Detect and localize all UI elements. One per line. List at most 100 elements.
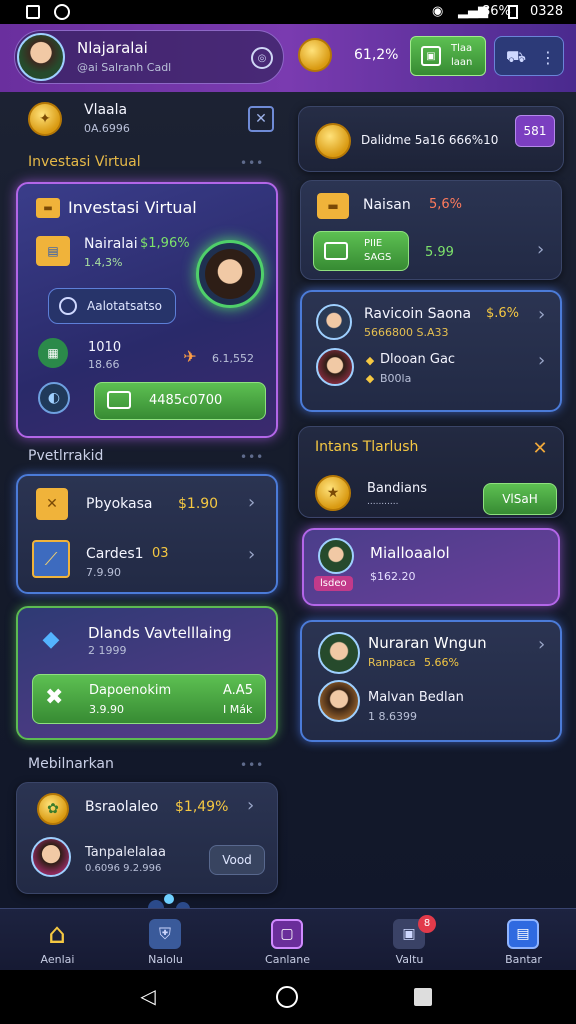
wallet-button[interactable]: ▣ Tlaa laan	[410, 36, 486, 76]
card-a-button[interactable]: PIIE SAGS	[313, 231, 409, 271]
list-item-value: $1.90	[178, 496, 219, 512]
section-title-investasi: Investasi Virtual	[28, 154, 141, 170]
asset-value: $1,96%	[140, 236, 190, 251]
bottom-nav: ⌂ Aenlai ⛨ Nalolu ▢ Canlane ▣ 8 Valtu ▤ …	[0, 908, 576, 970]
home-icon: ⌂	[48, 917, 66, 950]
promo-inner-button[interactable]: ✖ Dapoenokim 3.9.90 A.A5 I Mák	[32, 674, 266, 724]
target-icon[interactable]: ◎	[251, 47, 273, 69]
mid-card-value: $162.20	[370, 570, 416, 583]
envelope-icon: ✕	[36, 488, 68, 520]
card-b: Ravicoin Saona $.6% 5666800 S.A33 › ◆ Dl…	[300, 290, 562, 412]
promo-title: Dlands Vavtelllaing	[88, 624, 232, 642]
stat-value: 18.66	[88, 358, 120, 371]
list-item[interactable]: ✕ Pbyokasa $1.90 ›	[18, 476, 280, 534]
status-bar: ◉ ▂▄▆ 86% 0328	[0, 0, 576, 24]
avatar[interactable]	[31, 837, 71, 877]
nav-label: Aenlai	[40, 953, 75, 966]
back-icon[interactable]: ◁	[136, 984, 160, 1008]
home-circle-icon[interactable]	[276, 986, 298, 1008]
main-content: ✦ Vlaala 0A.6996 ✕ Investasi Virtual •••…	[0, 92, 576, 916]
section-dots-2: •••	[240, 450, 265, 464]
menu-chip[interactable]: ⛟ ⋮	[494, 36, 564, 76]
chart-folder-icon: ▤	[36, 236, 70, 266]
book-icon: ▤	[507, 919, 539, 949]
profile-name: Vlaala	[84, 102, 128, 118]
featured-avatar-frame[interactable]	[196, 240, 264, 308]
card-b-title: Ravicoin Saona	[364, 306, 472, 322]
more-icon[interactable]: ⋮	[539, 45, 557, 69]
wifi-icon: ◉	[432, 4, 444, 19]
card-b-title-2: Dlooan Gac	[380, 352, 456, 367]
mid-card-tag: lsdeo	[314, 576, 353, 591]
avatar[interactable]	[17, 33, 65, 81]
card-c-value: 5.66%	[424, 656, 459, 669]
recents-icon[interactable]	[414, 988, 432, 1006]
person-name: Tanpalelalaa	[85, 845, 166, 860]
notification-badge: 8	[418, 915, 436, 933]
wallet-label-1: Tlaa	[451, 43, 473, 54]
mid-card[interactable]: lsdeo Mialloaalol $162.20	[302, 528, 560, 606]
section-title-3: Mebilnarkan	[28, 756, 114, 772]
nav-item-home[interactable]: ⌂ Aenlai	[0, 909, 115, 971]
chevron-right-icon: ›	[248, 492, 256, 513]
chevron-right-icon: ›	[538, 634, 546, 655]
list-item[interactable]: ◆ Dlooan Gac ◆ B00la ›	[302, 348, 564, 408]
sync-icon	[54, 4, 70, 20]
nav-item-4[interactable]: ▣ 8 Valtu	[352, 909, 467, 971]
nav-label: Canlane	[265, 953, 310, 966]
reward-title: Bandians	[367, 481, 427, 496]
cross-tools-icon: ✖	[45, 685, 64, 710]
chest-icon: ▬	[317, 193, 349, 219]
coins-row[interactable]: Dalidme 5a16 666%10 581	[298, 106, 564, 172]
system-nav: ◁	[0, 970, 576, 1024]
sword-icon: ⟋	[32, 540, 70, 578]
balance-value: 61,2%	[354, 47, 399, 63]
list-item-title: Pbyokasa	[86, 496, 153, 512]
promo-card[interactable]: ◆ Dlands Vavtelllaing 2 1999 ✖ Dapoenoki…	[16, 606, 278, 740]
list-item[interactable]: ✿ Bsraolaleo $1,49% ›	[17, 783, 279, 833]
chevron-right-icon: ›	[538, 304, 546, 325]
list2-value: $1,49%	[175, 799, 229, 815]
doc-icon: ▦	[38, 338, 68, 368]
coins-badge[interactable]: 581	[515, 115, 555, 147]
clock: 0328	[530, 4, 564, 19]
nav-label: Valtu	[395, 953, 424, 966]
invest-card[interactable]: ▬ Investasi Virtual ▤ Nairalai $1,96% 1.…	[16, 182, 278, 438]
list-item[interactable]: Ravicoin Saona $.6% 5666800 S.A33 ›	[302, 292, 564, 348]
car-icon[interactable]: ⛟	[503, 47, 529, 67]
invest-cta-button[interactable]: 4485c0700	[94, 382, 266, 420]
card-c[interactable]: Nuraran Wngun Ranpaca 5.66% › Malvan Bed…	[300, 620, 562, 742]
gem-icon: ◆	[365, 371, 375, 385]
reward-button[interactable]: VlSaH	[483, 483, 557, 515]
rewards-panel: Intans Tlarlush ✕ ★ Bandians ...........…	[298, 426, 564, 518]
nav-item-3[interactable]: ▢ Canlane	[230, 909, 345, 971]
cash-icon	[324, 242, 348, 260]
card-c-sub: 1 8.6399	[368, 710, 417, 723]
card-a[interactable]: ▬ Naisan 5,6% PIIE SAGS 5.99 ›	[300, 180, 562, 280]
asset-name: Nairalai	[84, 236, 138, 252]
avatar	[318, 538, 354, 574]
stat-label: 1010	[88, 340, 122, 355]
nav-item-2[interactable]: ⛨ Nalolu	[108, 909, 223, 971]
avatar	[318, 680, 360, 722]
reward-sub: ...........	[367, 497, 399, 507]
profile-chip[interactable]: Nlajaralai @ai Salranh Cadl ◎	[14, 30, 284, 84]
list-item[interactable]: ⟋ Cardes1 03 7.9.90 ›	[18, 534, 280, 594]
close-box-icon[interactable]: ✕	[248, 106, 274, 132]
rocket-icon: ✈	[183, 346, 197, 366]
left-profile-row[interactable]: ✦ Vlaala 0A.6996 ✕	[14, 94, 284, 142]
promo-inner-title: Dapoenokim	[89, 683, 172, 698]
view-button[interactable]: Vood	[209, 845, 265, 875]
avatar	[316, 304, 352, 340]
card-a-value: 5,6%	[429, 197, 463, 212]
list-card-1: ✕ Pbyokasa $1.90 › ⟋ Cardes1 03 7.9.90 ›	[16, 474, 278, 594]
section-dots-3: •••	[240, 758, 265, 772]
search-button[interactable]: Aalotatsatso	[48, 288, 176, 324]
card-c-title: Nuraran Wngun	[368, 634, 487, 652]
coins-icon	[315, 123, 351, 159]
person-sub: 0.6096 9.2.996	[85, 863, 162, 874]
nav-item-5[interactable]: ▤ Bantar	[466, 909, 576, 971]
trophy-icon: ★	[315, 475, 351, 511]
chevron-right-icon: ›	[537, 239, 545, 260]
close-icon[interactable]: ✕	[529, 437, 551, 459]
